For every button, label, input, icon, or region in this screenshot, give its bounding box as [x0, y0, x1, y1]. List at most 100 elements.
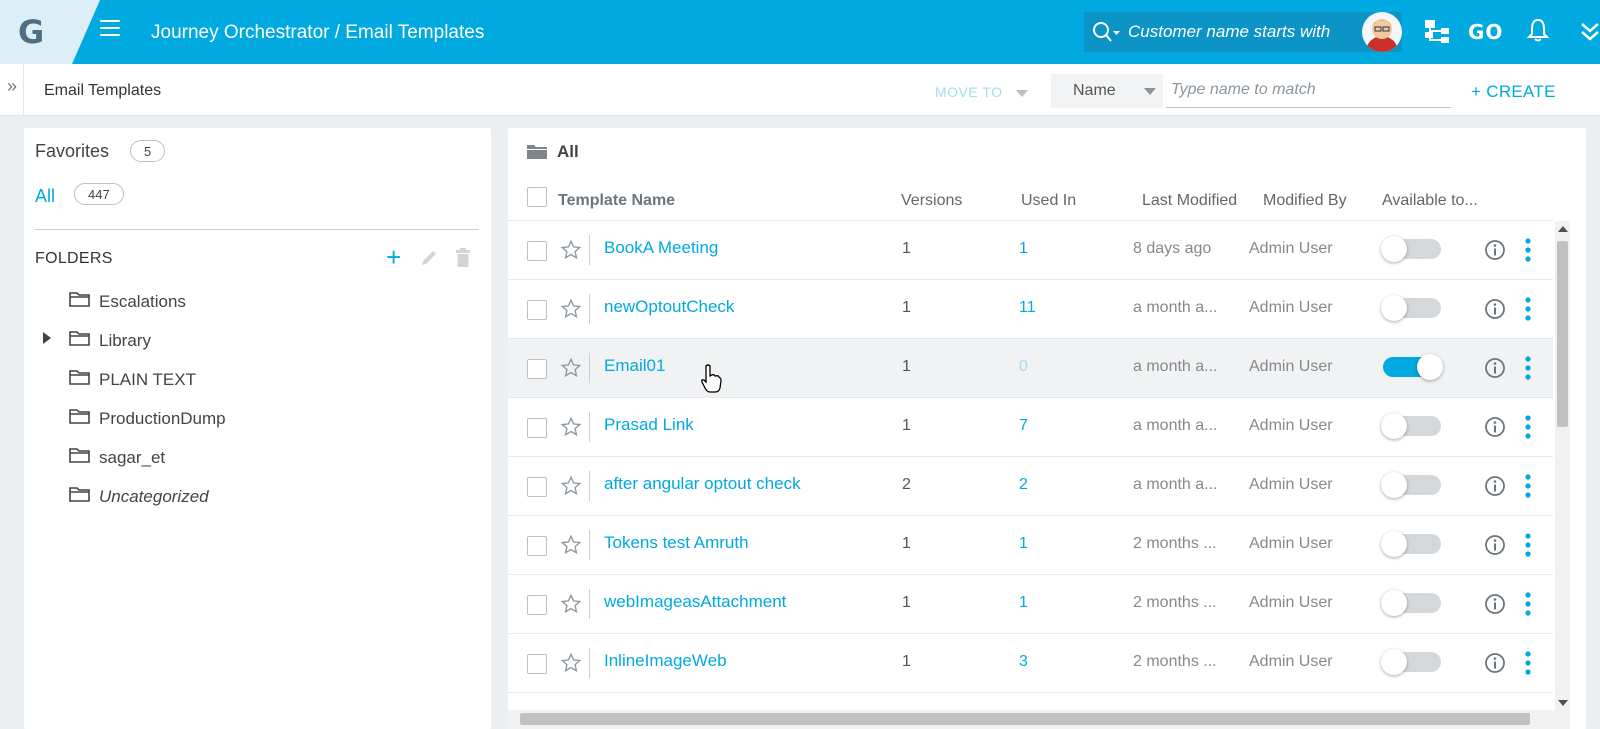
row-checkbox[interactable]	[527, 536, 547, 556]
chevron-down-icon[interactable]	[1144, 88, 1156, 95]
folder-item-uncategorized[interactable]: Uncategorized	[24, 483, 484, 513]
template-name-link[interactable]: Tokens test Amruth	[604, 533, 749, 553]
available-toggle[interactable]	[1381, 472, 1441, 498]
info-icon[interactable]	[1484, 534, 1506, 556]
row-checkbox[interactable]	[527, 300, 547, 320]
favorite-star-icon[interactable]	[560, 239, 582, 261]
filter-field-select[interactable]: Name	[1051, 74, 1163, 108]
more-options-icon[interactable]	[1524, 473, 1532, 499]
more-options-icon[interactable]	[1524, 237, 1532, 263]
table-row[interactable]: Email01 1 0 a month a... Admin User	[508, 339, 1553, 398]
more-options-icon[interactable]	[1524, 532, 1532, 558]
row-checkbox[interactable]	[527, 595, 547, 615]
favorite-star-icon[interactable]	[560, 475, 582, 497]
favorite-star-icon[interactable]	[560, 357, 582, 379]
row-checkbox[interactable]	[527, 477, 547, 497]
column-header-versions[interactable]: Versions	[901, 192, 962, 210]
all-link[interactable]: All	[35, 186, 55, 207]
table-row[interactable]: Tokens test Amruth 1 1 2 months ... Admin Us…	[508, 516, 1553, 575]
app-logo[interactable]: G	[0, 0, 100, 64]
table-row[interactable]: Prasad Link 1 7 a month a... Admin User	[508, 398, 1553, 457]
hamburger-menu-icon[interactable]	[100, 20, 120, 40]
used-in-link[interactable]: 0	[1019, 358, 1028, 376]
edit-folder-icon[interactable]	[420, 249, 438, 267]
search-icon[interactable]	[1092, 21, 1122, 43]
more-options-icon[interactable]	[1524, 650, 1532, 676]
scrollbar-thumb[interactable]	[1557, 241, 1568, 427]
row-checkbox[interactable]	[527, 654, 547, 674]
bell-icon[interactable]	[1526, 17, 1550, 43]
column-header-last-modified[interactable]: Last Modified	[1142, 192, 1237, 210]
used-in-link[interactable]: 7	[1019, 417, 1028, 435]
template-name-link[interactable]: webImageasAttachment	[604, 592, 786, 612]
favorite-star-icon[interactable]	[560, 416, 582, 438]
folder-item-productiondump[interactable]: ProductionDump	[24, 405, 484, 435]
available-toggle[interactable]	[1383, 354, 1443, 380]
column-header-modified-by[interactable]: Modified By	[1263, 192, 1347, 210]
available-toggle[interactable]	[1381, 413, 1441, 439]
info-icon[interactable]	[1484, 357, 1506, 379]
used-in-link[interactable]: 2	[1019, 476, 1028, 494]
search-placeholder[interactable]: Customer name starts with	[1128, 22, 1330, 42]
favorite-star-icon[interactable]	[560, 298, 582, 320]
favorite-star-icon[interactable]	[560, 534, 582, 556]
used-in-link[interactable]: 11	[1019, 299, 1036, 317]
column-header-template-name[interactable]: Template Name	[558, 192, 675, 210]
caret-right-icon[interactable]	[43, 332, 51, 344]
used-in-link[interactable]: 3	[1019, 653, 1028, 671]
template-name-link[interactable]: after angular optout check	[604, 474, 801, 494]
expand-sidebar-icon[interactable]: »	[4, 64, 24, 116]
info-icon[interactable]	[1484, 416, 1506, 438]
more-options-icon[interactable]	[1524, 414, 1532, 440]
org-chart-icon[interactable]	[1423, 18, 1453, 44]
folder-item-library[interactable]: Library	[24, 327, 484, 357]
row-checkbox[interactable]	[527, 418, 547, 438]
global-search[interactable]: Customer name starts with	[1084, 12, 1402, 52]
template-name-link[interactable]: InlineImageWeb	[604, 651, 727, 671]
add-folder-icon[interactable]: +	[386, 244, 401, 270]
vertical-scrollbar[interactable]	[1555, 221, 1570, 710]
scrollbar-thumb[interactable]	[520, 713, 1530, 725]
column-header-available[interactable]: Available to...	[1382, 192, 1478, 210]
move-to-caret-icon[interactable]	[1016, 90, 1028, 97]
info-icon[interactable]	[1484, 652, 1506, 674]
scroll-down-icon[interactable]	[1558, 700, 1568, 706]
favorites-link[interactable]: Favorites	[35, 141, 109, 162]
available-toggle[interactable]	[1381, 236, 1441, 262]
used-in-link[interactable]: 1	[1019, 240, 1028, 258]
folder-item-escalations[interactable]: Escalations	[24, 288, 484, 318]
info-icon[interactable]	[1484, 475, 1506, 497]
more-options-icon[interactable]	[1524, 355, 1532, 381]
available-toggle[interactable]	[1381, 649, 1441, 675]
select-all-checkbox[interactable]	[527, 187, 547, 207]
favorite-star-icon[interactable]	[560, 652, 582, 674]
row-checkbox[interactable]	[527, 241, 547, 261]
table-row[interactable]: BookA Meeting 1 1 8 days ago Admin User	[508, 221, 1553, 280]
row-checkbox[interactable]	[527, 359, 547, 379]
used-in-link[interactable]: 1	[1019, 594, 1028, 612]
table-row[interactable]: webImageasAttachment 1 1 2 months ... Admin …	[508, 575, 1553, 634]
move-to-button[interactable]: MOVE TO	[935, 84, 1003, 100]
create-button[interactable]: + CREATE	[1471, 82, 1556, 102]
more-options-icon[interactable]	[1524, 591, 1532, 617]
chevron-double-down-icon[interactable]	[1580, 20, 1600, 44]
name-filter-input[interactable]	[1166, 72, 1451, 108]
table-row[interactable]: after angular optout check 2 2 a month a...…	[508, 457, 1553, 516]
go-button[interactable]: GO	[1468, 20, 1503, 44]
folder-item-plain-text[interactable]: PLAIN TEXT	[24, 366, 484, 396]
template-name-link[interactable]: Email01	[604, 356, 665, 376]
template-name-link[interactable]: Prasad Link	[604, 415, 694, 435]
scroll-up-icon[interactable]	[1558, 226, 1568, 232]
info-icon[interactable]	[1484, 593, 1506, 615]
template-name-link[interactable]: newOptoutCheck	[604, 297, 734, 317]
template-name-link[interactable]: BookA Meeting	[604, 238, 718, 258]
more-options-icon[interactable]	[1524, 296, 1532, 322]
folder-item-sagar-et[interactable]: sagar_et	[24, 444, 484, 474]
table-row[interactable]: newOptoutCheck 1 11 a month a... Admin User	[508, 280, 1553, 339]
favorite-star-icon[interactable]	[560, 593, 582, 615]
horizontal-scrollbar[interactable]	[508, 710, 1570, 729]
delete-folder-icon[interactable]	[455, 248, 471, 268]
available-toggle[interactable]	[1381, 531, 1441, 557]
table-row[interactable]: InlineImageWeb 1 3 2 months ... Admin User	[508, 634, 1553, 693]
used-in-link[interactable]: 1	[1019, 535, 1028, 553]
